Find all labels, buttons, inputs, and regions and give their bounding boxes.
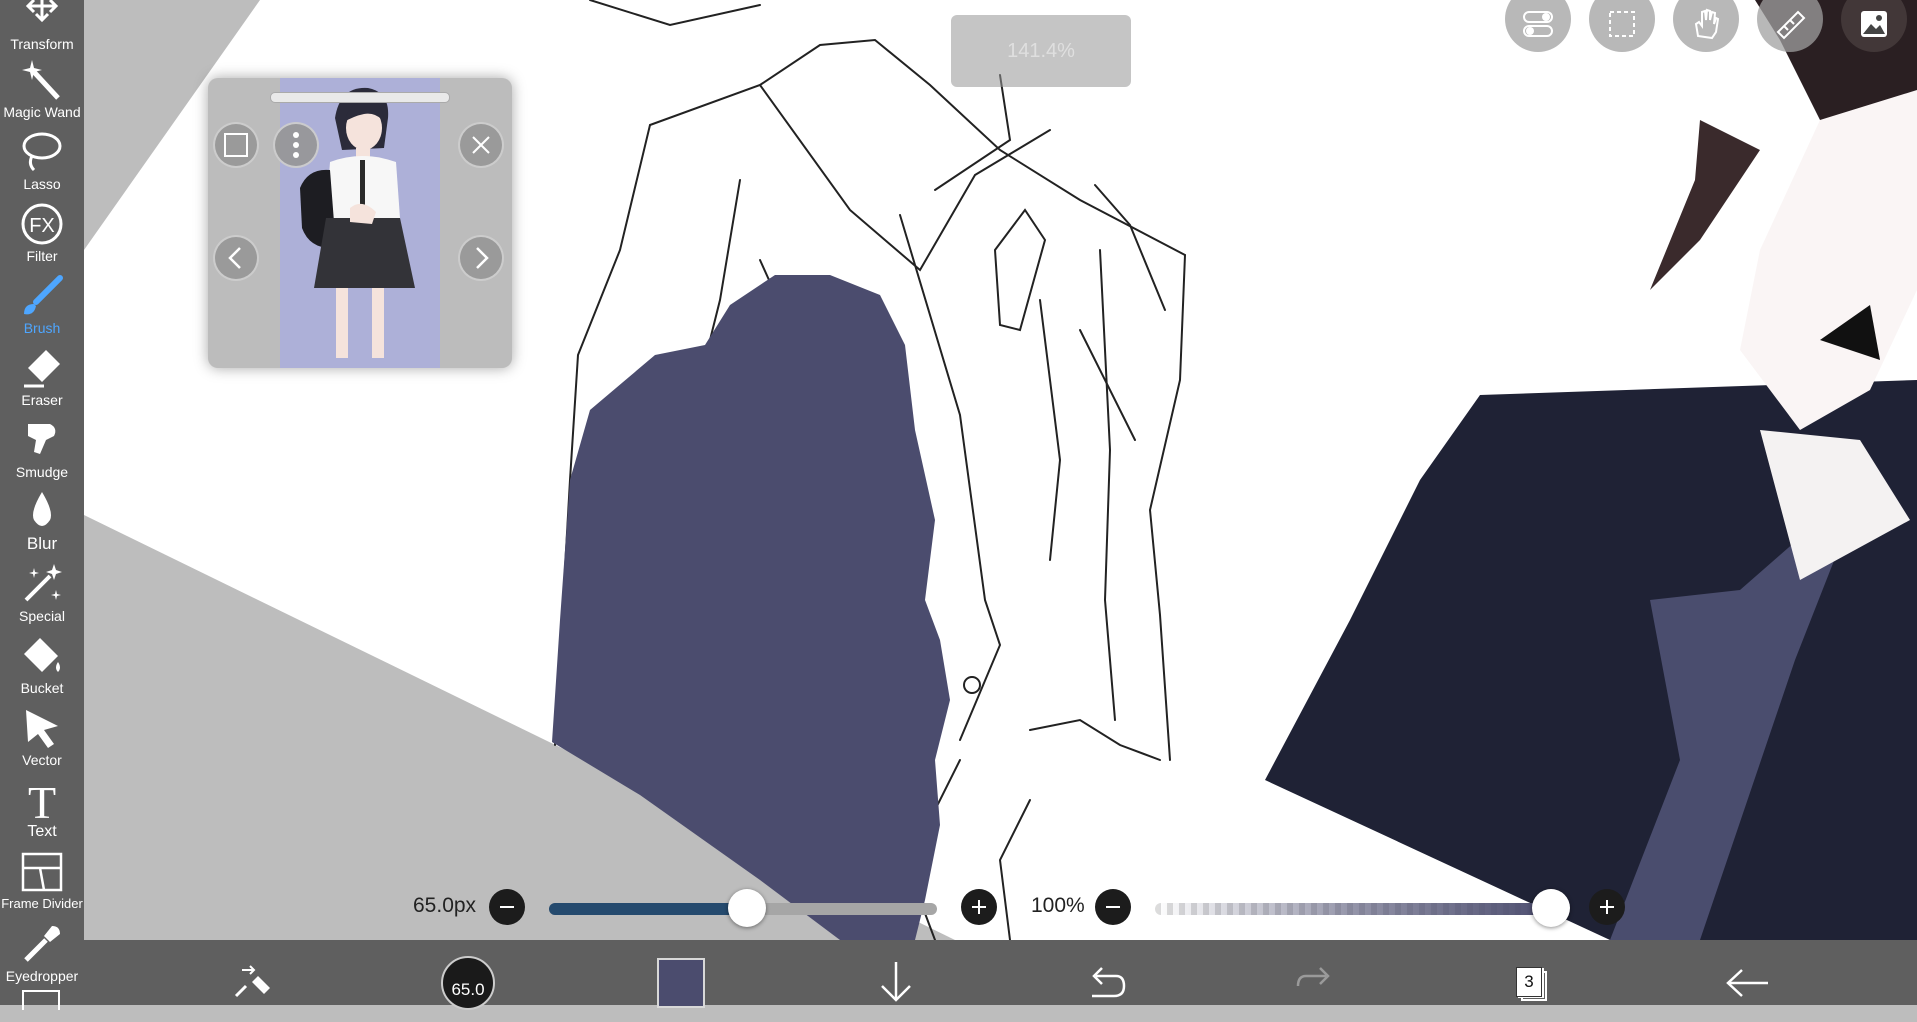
tool-special[interactable]: Special	[0, 560, 84, 632]
tool-brush[interactable]: Brush	[0, 272, 84, 344]
tool-label: Magic Wand	[3, 104, 81, 120]
reference-next-button[interactable]	[458, 235, 504, 281]
back-arrow-icon[interactable]	[1724, 968, 1770, 998]
tool-text[interactable]: T Text	[0, 776, 84, 848]
plus-icon	[972, 900, 986, 914]
brush-size-slider-fill	[549, 903, 747, 915]
hand-pan-icon	[1694, 8, 1720, 40]
text-icon-glyph: T	[28, 778, 56, 822]
frame-icon	[224, 133, 248, 157]
ruler-icon	[1776, 10, 1806, 40]
blur-drop-icon	[33, 492, 51, 526]
selection-icon	[1609, 11, 1635, 37]
layer-count-badge: 3	[1516, 967, 1542, 997]
tool-vector[interactable]: Vector	[0, 704, 84, 776]
brush-size-value: 65.0px	[413, 894, 477, 917]
undo-icon[interactable]	[1086, 966, 1126, 1002]
tool-label: Bucket	[20, 680, 64, 696]
chevron-left-icon	[228, 247, 241, 269]
brush-size-button[interactable]: 65.0	[441, 956, 495, 1010]
reference-image	[280, 78, 440, 368]
brush-size-decrease-button[interactable]	[489, 889, 525, 925]
tool-transform[interactable]: Transform	[0, 0, 84, 60]
tool-smudge[interactable]: Smudge	[0, 416, 84, 488]
tool-blur[interactable]: Blur	[0, 488, 84, 560]
magic-wand-icon	[22, 60, 60, 100]
tool-label: Transform	[10, 36, 74, 52]
fx-icon-text: FX	[29, 215, 55, 237]
chevron-right-icon	[476, 247, 489, 269]
zoom-indicator: 141.4%	[951, 15, 1131, 87]
tool-label: Filter	[26, 248, 58, 264]
reference-menu-button[interactable]	[273, 122, 319, 168]
image-material-icon	[1861, 11, 1887, 37]
brush-icon	[24, 275, 63, 315]
opacity-slider-knob[interactable]	[1532, 889, 1570, 927]
reference-frame-button[interactable]	[213, 122, 259, 168]
smudge-icon	[28, 424, 56, 454]
plus-icon	[1600, 900, 1614, 914]
download-arrow-icon[interactable]	[876, 960, 916, 1005]
tool-label: Blur	[26, 534, 58, 553]
minus-icon	[1106, 906, 1120, 908]
tool-label: Text	[27, 823, 57, 840]
tool-label: Eraser	[21, 392, 63, 408]
opacity-slider[interactable]	[1155, 903, 1555, 915]
fx-icon: FX	[21, 203, 63, 245]
reference-prev-button[interactable]	[213, 235, 259, 281]
reference-window[interactable]	[208, 78, 512, 368]
brush-size-slider-knob[interactable]	[728, 889, 766, 927]
brush-size-increase-button[interactable]	[961, 889, 997, 925]
tool-label: Vector	[22, 752, 62, 768]
swap-tool-icon[interactable]	[232, 962, 276, 1002]
special-sparkle-icon	[24, 564, 62, 602]
opacity-decrease-button[interactable]	[1095, 889, 1131, 925]
tool-label: Special	[19, 608, 65, 624]
text-icon: T	[28, 778, 56, 822]
close-icon	[472, 136, 490, 154]
tool-lasso[interactable]: Lasso	[0, 128, 84, 200]
tool-label: Eyedropper	[5, 968, 79, 984]
opacity-increase-button[interactable]	[1589, 889, 1625, 925]
tool-bucket[interactable]: Bucket	[0, 632, 84, 704]
color-swatch[interactable]	[657, 958, 705, 1008]
bottom-toolbar: 65.0 3	[84, 940, 1917, 1010]
more-tools-indicator	[22, 990, 60, 1010]
reference-drag-handle[interactable]	[270, 92, 450, 103]
tool-filter[interactable]: FX Filter	[0, 200, 84, 272]
redo-icon[interactable]	[1296, 966, 1336, 1002]
tool-eraser[interactable]: Eraser	[0, 344, 84, 416]
lasso-icon	[22, 132, 62, 172]
brush-controls: 65.0px 100%	[0, 880, 1917, 935]
tool-label: Lasso	[23, 176, 61, 192]
reference-close-button[interactable]	[458, 122, 504, 168]
toggle-settings-icon	[1523, 11, 1553, 37]
tool-label: Brush	[23, 320, 61, 336]
opacity-value: 100%	[1031, 894, 1085, 917]
eraser-icon	[24, 350, 60, 388]
minus-icon	[500, 906, 514, 908]
vector-cursor-icon	[26, 710, 58, 748]
more-vertical-icon	[293, 132, 299, 158]
tool-label: Smudge	[15, 464, 69, 480]
tool-sidebar: Transform Magic Wand Lasso FX Filter Bru…	[0, 0, 84, 1010]
bucket-icon	[24, 638, 60, 672]
tool-magic-wand[interactable]: Magic Wand	[0, 56, 84, 128]
move-arrows-icon	[25, 0, 59, 23]
